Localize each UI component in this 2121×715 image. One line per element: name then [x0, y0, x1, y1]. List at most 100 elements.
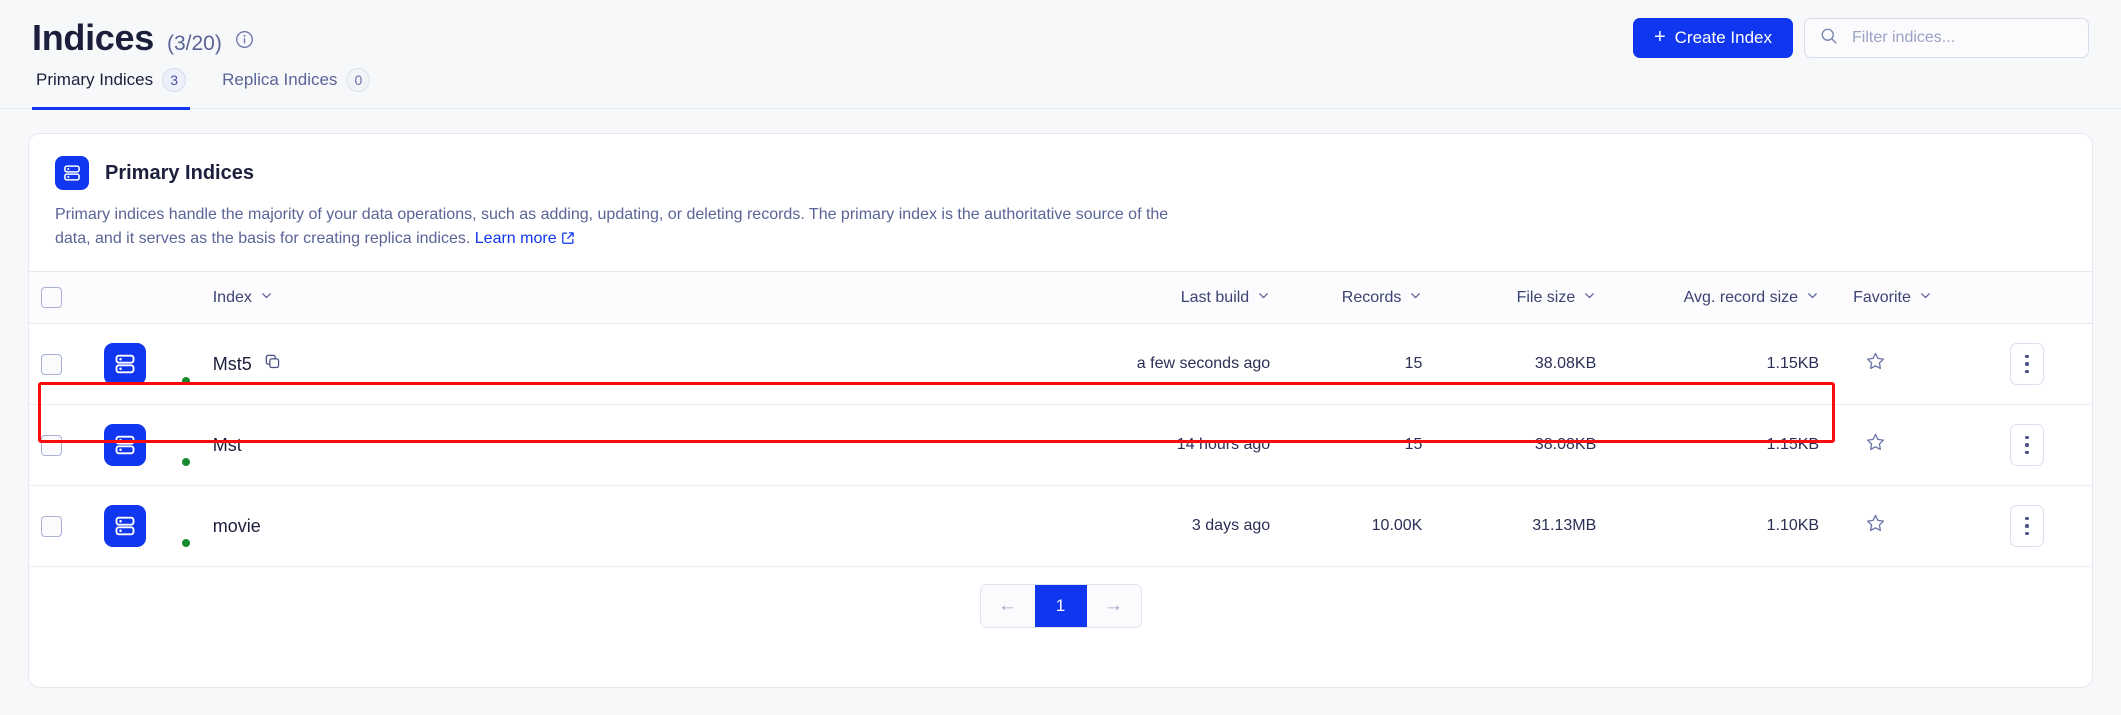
- filter-indices-input[interactable]: [1852, 29, 2073, 47]
- external-link-icon: [561, 229, 575, 253]
- chevron-down-icon: [1806, 289, 1819, 307]
- row-select-cell: [29, 485, 93, 567]
- column-actions: [1961, 271, 2092, 324]
- status-online-dot: [179, 375, 192, 387]
- tab-primary-indices-badge: 3: [162, 68, 187, 92]
- row-records-cell: 10.00K: [1282, 485, 1435, 567]
- row-favorite-cell: [1831, 323, 1962, 405]
- tab-replica-indices[interactable]: Replica Indices 0: [218, 63, 374, 110]
- row-checkbox[interactable]: [41, 353, 62, 375]
- pagination-group: ← 1 →: [979, 584, 1142, 628]
- chevron-down-icon: [1257, 289, 1270, 307]
- row-name-cell: movie: [200, 485, 1071, 567]
- records-value: 15: [1404, 436, 1423, 453]
- row-select-cell: [29, 323, 93, 405]
- tab-replica-indices-label: Replica Indices: [222, 70, 338, 89]
- column-records-label: Records: [1341, 288, 1402, 306]
- row-file-size-cell: 38.08KB: [1434, 404, 1609, 486]
- kebab-menu-icon[interactable]: [2009, 424, 2044, 466]
- card-description: Primary indices handle the majority of y…: [55, 203, 1185, 253]
- column-favorite[interactable]: Favorite: [1831, 271, 1962, 324]
- tabs-bar: Primary Indices 3 Replica Indices 0: [0, 62, 2121, 110]
- file-size-value: 38.08KB: [1534, 355, 1597, 372]
- info-circle-icon[interactable]: [235, 30, 254, 49]
- card-title-row: Primary Indices: [55, 156, 2066, 190]
- table-header-row: Index Last build Records File size Avg. …: [29, 271, 2092, 324]
- table-row[interactable]: Mst 14 hours ago 15 38.08KB 1.15KB: [29, 404, 2092, 486]
- row-avg-record-size-cell: 1.10KB: [1608, 485, 1832, 567]
- avg-record-size-value: 1.10KB: [1766, 517, 1820, 534]
- learn-more-link[interactable]: Learn more: [475, 230, 575, 247]
- avg-record-size-value: 1.15KB: [1766, 355, 1820, 372]
- row-records-cell: 15: [1282, 323, 1435, 405]
- search-icon: [1820, 27, 1838, 50]
- table-body: Mst5 a few seconds ago 15 38.08KB 1.15KB: [29, 323, 2092, 567]
- database-index-icon: [104, 505, 147, 547]
- card-description-text: Primary indices handle the majority of y…: [55, 206, 1169, 247]
- pagination-prev-button[interactable]: ←: [980, 585, 1035, 627]
- plus-icon: +: [1653, 26, 1666, 48]
- star-outline-icon[interactable]: [1865, 513, 1886, 539]
- row-name-cell: Mst5: [200, 323, 1071, 405]
- column-last-build[interactable]: Last build: [1070, 271, 1283, 324]
- table-row[interactable]: movie 3 days ago 10.00K 31.13MB 1.10KB: [29, 485, 2092, 567]
- column-select-all: [29, 271, 93, 324]
- column-file-size[interactable]: File size: [1434, 271, 1609, 324]
- row-actions-cell: [1961, 404, 2092, 486]
- copy-icon[interactable]: [264, 353, 281, 375]
- status-online-dot: [179, 537, 192, 549]
- chevron-down-icon: [1919, 289, 1932, 307]
- filter-indices-box[interactable]: [1804, 18, 2089, 58]
- column-index[interactable]: Index: [200, 271, 1071, 324]
- column-last-build-label: Last build: [1180, 288, 1250, 306]
- column-icon-spacer: [92, 271, 201, 324]
- row-last-build-cell: a few seconds ago: [1070, 323, 1283, 405]
- row-file-size-cell: 31.13MB: [1434, 485, 1609, 567]
- tabs: Primary Indices 3 Replica Indices 0: [32, 62, 2089, 110]
- tab-primary-indices[interactable]: Primary Indices 3: [32, 63, 191, 110]
- file-size-value: 38.08KB: [1534, 436, 1597, 453]
- kebab-menu-icon[interactable]: [2009, 343, 2044, 385]
- database-index-icon: [104, 343, 147, 385]
- row-checkbox[interactable]: [41, 515, 62, 537]
- star-outline-icon[interactable]: [1865, 432, 1886, 458]
- pagination-next-button[interactable]: →: [1086, 585, 1141, 627]
- index-name: Mst5: [212, 353, 252, 374]
- index-count: (3/20): [166, 32, 222, 55]
- row-last-build-cell: 3 days ago: [1070, 485, 1283, 567]
- last-build-value: 3 days ago: [1191, 517, 1271, 534]
- row-avg-record-size-cell: 1.15KB: [1608, 404, 1832, 486]
- row-favorite-cell: [1831, 404, 1962, 486]
- chevron-down-icon: [260, 289, 273, 307]
- title-group: Indices (3/20): [32, 17, 254, 59]
- database-index-icon: [104, 424, 147, 466]
- column-index-label: Index: [212, 288, 252, 306]
- row-file-size-cell: 38.08KB: [1434, 323, 1609, 405]
- row-favorite-cell: [1831, 485, 1962, 567]
- records-value: 10.00K: [1371, 517, 1423, 534]
- row-actions-cell: [1961, 485, 2092, 567]
- file-size-value: 31.13MB: [1532, 517, 1597, 534]
- create-index-button[interactable]: + Create Index: [1632, 18, 1793, 58]
- column-records[interactable]: Records: [1282, 271, 1435, 324]
- index-name: movie: [212, 515, 261, 536]
- header-actions: + Create Index: [1632, 18, 2089, 58]
- chevron-down-icon: [1409, 289, 1422, 307]
- column-avg-record-size[interactable]: Avg. record size: [1608, 271, 1832, 324]
- column-avg-record-size-label: Avg. record size: [1683, 288, 1799, 306]
- index-name: Mst: [212, 434, 242, 455]
- row-checkbox[interactable]: [41, 434, 62, 456]
- database-index-icon: [55, 156, 89, 190]
- pagination: ← 1 →: [29, 567, 2092, 645]
- row-icon-cell: [92, 404, 201, 486]
- page-header: Indices (3/20) + Create Index: [0, 0, 2121, 62]
- pagination-page-1[interactable]: 1: [1034, 585, 1087, 627]
- tab-replica-indices-badge: 0: [346, 68, 371, 92]
- select-all-checkbox[interactable]: [41, 287, 62, 308]
- status-online-dot: [179, 456, 192, 468]
- star-outline-icon[interactable]: [1865, 351, 1886, 377]
- create-index-label: Create Index: [1674, 28, 1772, 47]
- column-file-size-label: File size: [1516, 288, 1576, 306]
- kebab-menu-icon[interactable]: [2009, 505, 2044, 547]
- table-row[interactable]: Mst5 a few seconds ago 15 38.08KB 1.15KB: [29, 323, 2092, 405]
